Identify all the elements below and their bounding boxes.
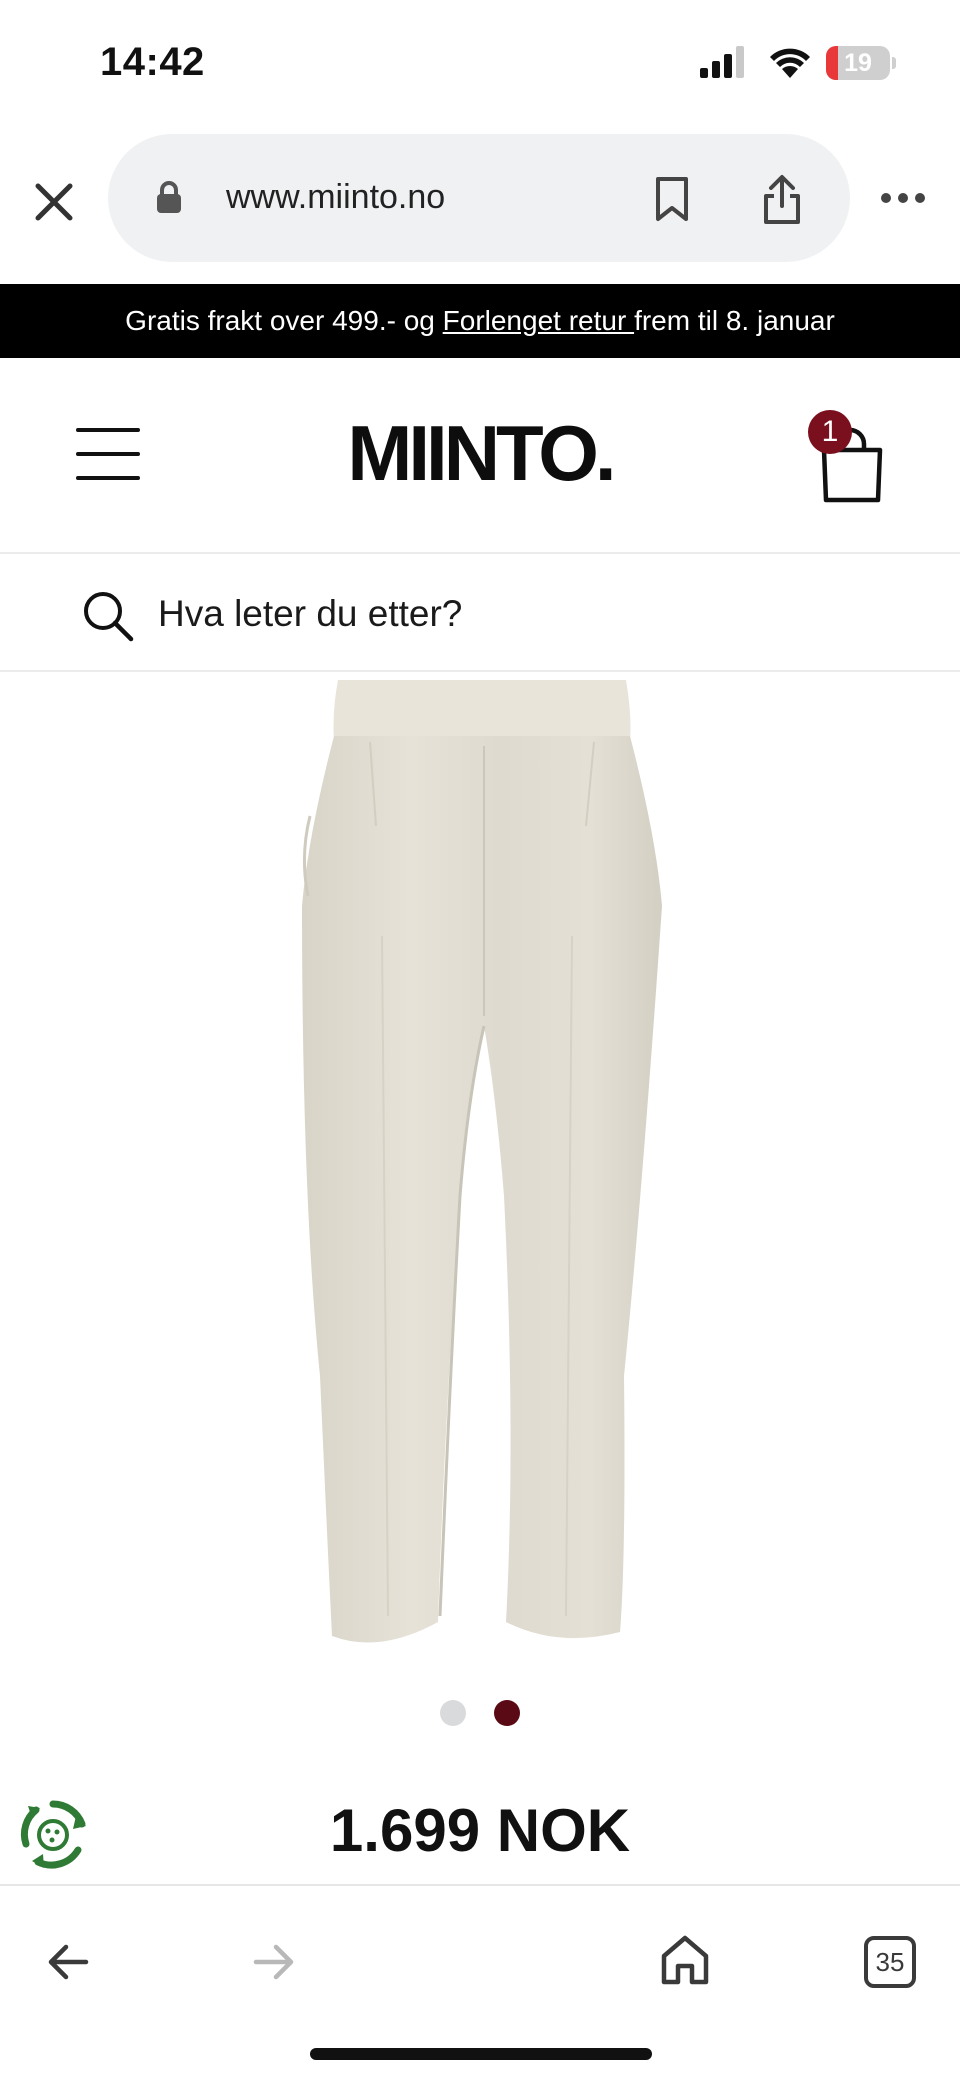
signal-icon — [700, 46, 744, 78]
promo-text-end: frem til 8. januar — [634, 305, 835, 336]
site-header: MIINTO. 1 — [0, 358, 960, 554]
promo-text: Gratis frakt over 499.- og — [125, 305, 443, 336]
promo-banner: Gratis frakt over 499.- og Forlenget ret… — [0, 284, 960, 358]
url-text[interactable]: www.miinto.no — [226, 178, 445, 217]
home-indicator[interactable] — [310, 2048, 652, 2060]
lock-icon — [157, 181, 181, 213]
bookmark-icon[interactable] — [654, 176, 690, 222]
wifi-icon — [770, 48, 810, 78]
search-bar — [0, 554, 960, 672]
battery-nub — [892, 57, 896, 69]
carousel-dot[interactable] — [494, 1700, 520, 1726]
battery-body: 19 — [826, 46, 890, 80]
bottom-toolbar: 35 — [0, 1884, 960, 2078]
share-icon[interactable] — [760, 174, 804, 226]
carousel-dot[interactable] — [440, 1700, 466, 1726]
forward-icon[interactable] — [252, 1942, 296, 1982]
address-bar[interactable]: www.miinto.no — [108, 134, 850, 262]
product-price: 1.699 NOK — [329, 1797, 631, 1864]
browser-bar: www.miinto.no — [0, 128, 960, 284]
back-icon[interactable] — [46, 1942, 90, 1982]
battery-level: 19 — [844, 49, 872, 77]
home-icon[interactable] — [660, 1934, 710, 1986]
tabs-icon[interactable]: 35 — [864, 1936, 916, 1988]
battery-icon: 19 — [826, 46, 896, 80]
cart-count-badge: 1 — [808, 410, 852, 454]
cart-icon[interactable]: 1 — [808, 410, 900, 506]
status-bar: 14:42 19 — [0, 0, 960, 128]
promo-return-link[interactable]: Forlenget retur — [443, 305, 634, 336]
more-icon[interactable] — [880, 192, 926, 204]
close-icon[interactable] — [30, 178, 78, 226]
product-image[interactable] — [290, 676, 670, 1651]
search-icon[interactable] — [82, 590, 134, 642]
search-input[interactable] — [158, 584, 858, 644]
carousel-dots — [0, 1700, 960, 1728]
status-time: 14:42 — [100, 40, 205, 84]
